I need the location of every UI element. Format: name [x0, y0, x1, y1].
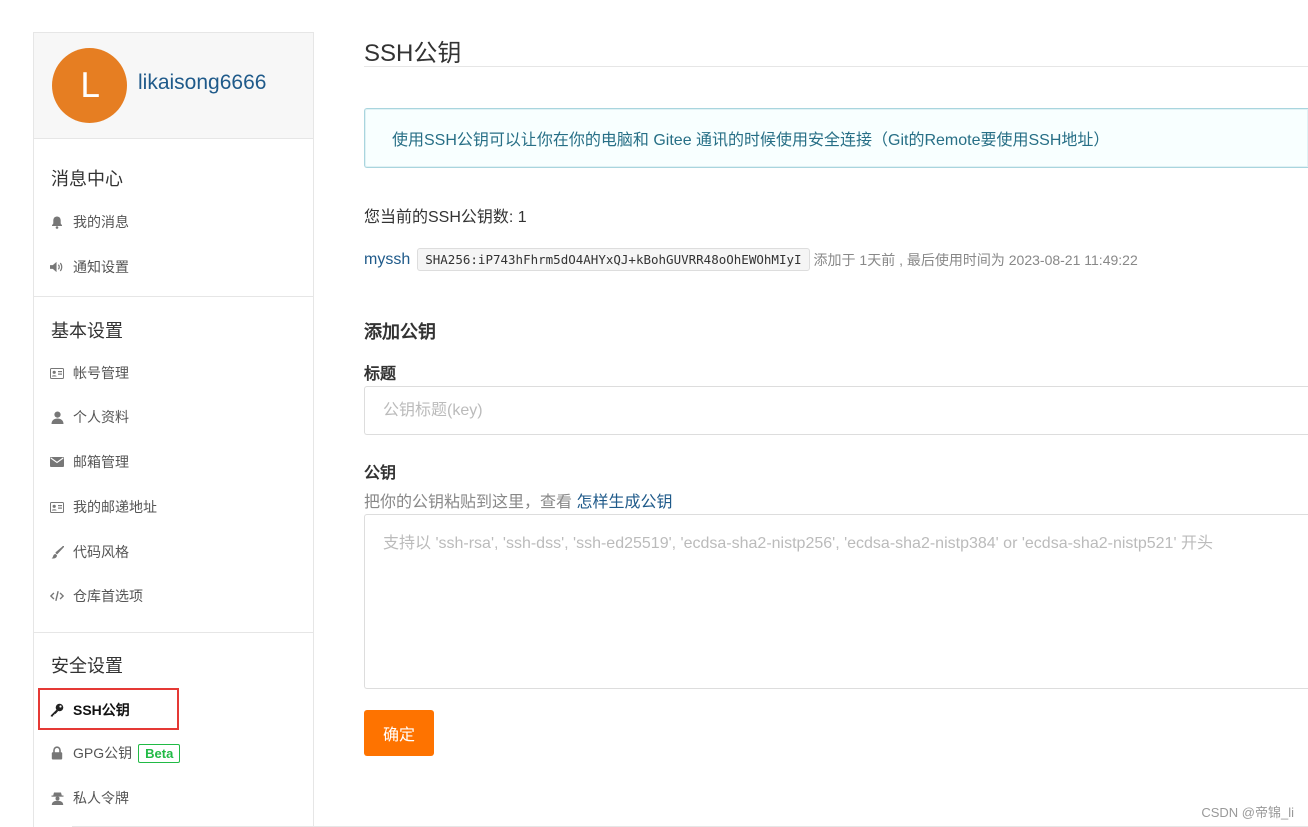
sidebar-item-label: 通知设置	[73, 259, 129, 275]
sidebar-item-repo-preferences[interactable]: 仓库首选项	[50, 585, 143, 607]
lock-icon	[50, 746, 64, 760]
sidebar-item-account[interactable]: 帐号管理	[50, 362, 129, 384]
ssh-key-meta: 添加于 1天前 , 最后使用时间为 2023-08-21 11:49:22	[813, 251, 1138, 268]
sidebar-item-label: 我的邮递地址	[73, 499, 157, 515]
paint-brush-icon	[50, 545, 64, 559]
avatar-letter: L	[80, 65, 99, 106]
sidebar-item-notification-settings[interactable]: 通知设置	[50, 256, 129, 278]
sidebar-item-email[interactable]: 邮箱管理	[50, 451, 129, 473]
key-hint: 把你的公钥粘贴到这里，查看 怎样生成公钥	[364, 488, 672, 512]
sidebar-item-label: 个人资料	[73, 409, 129, 425]
section-title: 基本设置	[51, 321, 123, 341]
how-to-generate-link[interactable]: 怎样生成公钥	[576, 494, 672, 511]
username[interactable]: likaisong6666	[138, 71, 266, 95]
ssh-key-count: 您当前的SSH公钥数: 1	[364, 209, 527, 226]
profile-header: L likaisong6666	[34, 33, 313, 139]
ssh-key-row: myssh SHA256:iP743hFhrm5dO4AHYxQJ+kBohGU…	[364, 248, 1138, 271]
sidebar-item-label: GPG公钥	[73, 745, 133, 761]
sidebar-item-label: 代码风格	[73, 544, 129, 560]
envelope-icon	[50, 455, 64, 469]
user-icon	[50, 410, 64, 424]
beta-badge: Beta	[138, 743, 181, 763]
sidebar-item-code-style[interactable]: 代码风格	[50, 541, 129, 563]
submit-button[interactable]: 确定	[364, 710, 434, 756]
title-divider	[364, 66, 1308, 67]
sidebar-item-label: 仓库首选项	[73, 588, 143, 604]
sidebar-item-gpg-keys[interactable]: GPG公钥 Beta	[50, 742, 181, 764]
sidebar-item-mailing-address[interactable]: 我的邮递地址	[50, 496, 157, 518]
section-basic-settings: 基本设置 帐号管理 个人资料 邮箱管理 我的邮递地址 代码风格 仓库首选项	[34, 297, 313, 633]
code-icon	[50, 589, 64, 603]
sidebar-item-label: 帐号管理	[73, 365, 129, 381]
key-title-input[interactable]	[364, 386, 1308, 435]
info-message: 使用SSH公钥可以让你在你的电脑和 Gitee 通讯的时候使用安全连接（Git的…	[364, 108, 1308, 168]
section-title: 消息中心	[51, 169, 123, 189]
watermark: CSDN @帝锦_li	[1201, 805, 1294, 820]
sidebar-item-label: 邮箱管理	[73, 454, 129, 470]
page-title: SSH公钥	[364, 40, 462, 67]
sidebar-item-my-messages[interactable]: 我的消息	[50, 211, 129, 233]
key-hint-text: 把你的公钥粘贴到这里，查看	[364, 494, 577, 511]
sidebar-item-label: 私人令牌	[73, 790, 129, 806]
active-item-highlight	[38, 688, 179, 730]
ssh-key-fingerprint: SHA256:iP743hFhrm5dO4AHYxQJ+kBohGUVRR48o…	[417, 248, 810, 271]
sidebar-item-profile[interactable]: 个人资料	[50, 406, 129, 428]
section-security-settings: 安全设置 SSH公钥 GPG公钥 Beta 私人令牌	[34, 633, 313, 827]
avatar[interactable]: L	[52, 48, 127, 123]
main-content: SSH公钥 使用SSH公钥可以让你在你的电脑和 Gitee 通讯的时候使用安全连…	[364, 0, 1308, 827]
sidebar-item-personal-tokens[interactable]: 私人令牌	[50, 787, 129, 809]
ssh-key-name[interactable]: myssh	[364, 251, 410, 269]
info-text: 使用SSH公钥可以让你在你的电脑和 Gitee 通讯的时候使用安全连接（Git的…	[392, 132, 1110, 149]
add-key-heading: 添加公钥	[364, 322, 436, 342]
id-card-icon	[50, 366, 64, 380]
public-key-textarea[interactable]	[364, 514, 1308, 689]
user-secret-icon	[50, 791, 64, 805]
title-field-label: 标题	[364, 366, 397, 383]
key-field-label: 公钥	[364, 465, 397, 482]
sidebar-item-label: 我的消息	[73, 214, 129, 230]
section-title: 安全设置	[51, 656, 123, 676]
volume-icon	[50, 260, 64, 274]
address-card-icon	[50, 500, 64, 514]
section-message-center: 消息中心 我的消息 通知设置	[34, 139, 313, 297]
bell-icon	[50, 215, 64, 229]
